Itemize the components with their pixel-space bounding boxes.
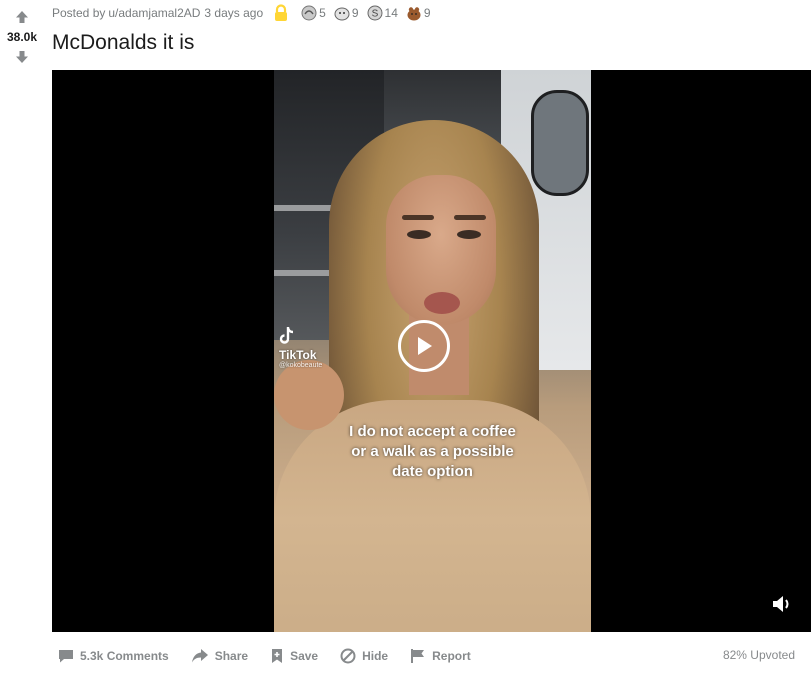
eyebrow	[454, 215, 486, 220]
save-button[interactable]: Save	[270, 648, 318, 664]
hide-icon	[340, 648, 356, 664]
eye	[457, 230, 481, 239]
hand	[274, 360, 344, 430]
post-meta: Posted by u/adamjamal2AD 3 days ago 5 9 …	[52, 4, 431, 22]
eyebrow	[402, 215, 434, 220]
share-icon	[191, 649, 208, 663]
report-button[interactable]: Report	[410, 648, 471, 664]
award-count-3: 14	[384, 6, 398, 20]
flag-icon	[411, 649, 425, 663]
eye	[407, 230, 431, 239]
post-time[interactable]: 3 days ago	[204, 6, 263, 20]
award-icon-2	[334, 7, 350, 21]
award-count-2: 9	[351, 6, 359, 20]
award-icon-1	[301, 5, 317, 21]
award-count-4: 9	[423, 6, 431, 20]
award-4[interactable]: 9	[406, 5, 431, 21]
vote-column: 38.0k	[0, 0, 44, 67]
arrow-up-icon	[16, 11, 28, 23]
upvote-button[interactable]	[12, 7, 32, 27]
post-title[interactable]: McDonalds it is	[52, 31, 194, 55]
award-1[interactable]: 5	[301, 5, 326, 21]
svg-text:S: S	[371, 9, 378, 20]
posted-by-label: Posted by	[52, 6, 106, 20]
award-3[interactable]: S 14	[367, 5, 398, 21]
post-action-bar: 5.3k Comments Share Save Hide Report	[52, 644, 493, 668]
volume-icon	[773, 596, 789, 612]
share-button[interactable]: Share	[191, 648, 248, 664]
vote-score: 38.0k	[6, 30, 38, 44]
comments-button[interactable]: 5.3k Comments	[58, 648, 169, 664]
play-icon	[418, 337, 432, 355]
bookmark-icon	[272, 649, 283, 663]
arrow-down-icon	[16, 51, 28, 63]
video-caption: I do not accept a coffee or a walk as a …	[314, 422, 551, 482]
hide-label: Hide	[362, 649, 389, 663]
award-count-1: 5	[319, 6, 326, 20]
share-label: Share	[214, 649, 249, 663]
volume-button[interactable]	[771, 594, 795, 614]
award-icon-3: S	[367, 5, 383, 21]
award-icon-4	[407, 7, 421, 21]
lips	[424, 292, 460, 314]
tiktok-logo-icon	[279, 327, 294, 344]
author-link[interactable]: u/adamjamal2AD	[108, 6, 200, 20]
tiktok-handle: @kokobeaute	[279, 362, 323, 369]
video-player[interactable]: TikTok @kokobeaute I do not accept a cof…	[52, 70, 811, 632]
hide-button[interactable]: Hide	[340, 648, 388, 664]
downvote-button[interactable]	[12, 47, 32, 67]
save-label: Save	[290, 649, 319, 663]
comments-label: 5.3k Comments	[80, 649, 169, 663]
round-mirror	[531, 90, 589, 196]
lock-icon	[275, 4, 288, 21]
play-button[interactable]	[398, 320, 450, 372]
upvote-ratio: 82% Upvoted	[722, 648, 795, 662]
lock-award[interactable]	[273, 4, 289, 22]
tiktok-watermark: TikTok @kokobeaute	[279, 326, 322, 369]
caption-line: date option	[392, 463, 473, 480]
comment-icon	[59, 650, 73, 663]
tiktok-brand: TikTok	[279, 348, 317, 362]
award-2[interactable]: 9	[334, 5, 359, 21]
caption-line: I do not accept a coffee	[349, 423, 516, 440]
caption-line: or a walk as a possible	[351, 443, 514, 460]
report-label: Report	[432, 649, 471, 663]
